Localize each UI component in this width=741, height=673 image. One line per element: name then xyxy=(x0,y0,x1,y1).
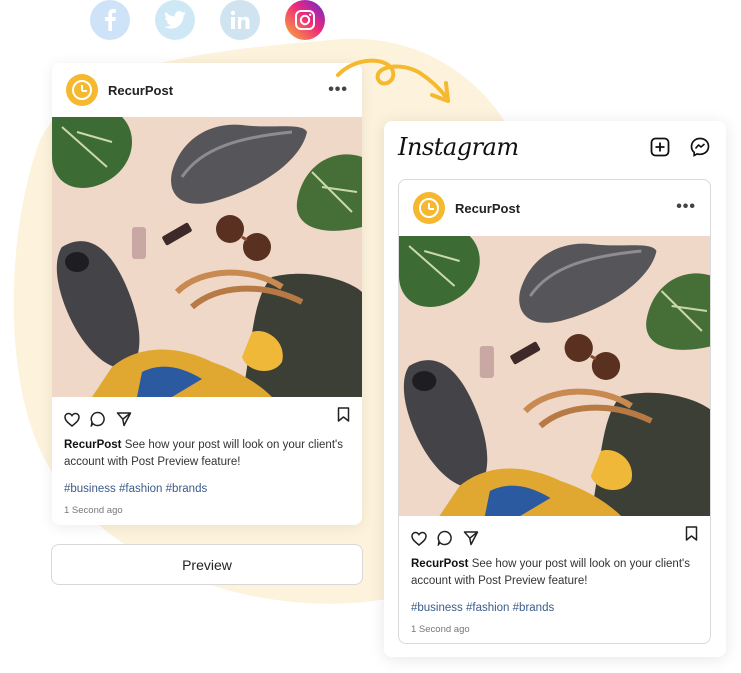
social-network-row xyxy=(90,0,325,40)
instagram-preview-frame: Instagram RecurPost ••• RecurPost See ho… xyxy=(384,121,726,657)
instagram-post-card: RecurPost ••• RecurPost See how your pos… xyxy=(398,179,711,644)
account-name: RecurPost xyxy=(455,200,521,216)
post-actions xyxy=(52,397,362,431)
clock-icon xyxy=(72,80,92,100)
caption-username: RecurPost xyxy=(64,439,122,451)
post-timestamp: 1 Second ago xyxy=(64,505,123,516)
preview-button[interactable]: Preview xyxy=(51,544,363,585)
instagram-logo: Instagram xyxy=(398,133,519,161)
post-actions xyxy=(399,516,710,550)
share-icon[interactable] xyxy=(463,530,479,546)
post-caption: RecurPost See how your post will look on… xyxy=(52,431,362,471)
post-image xyxy=(52,117,362,397)
twitter-icon[interactable] xyxy=(155,0,195,40)
curly-arrow-icon xyxy=(336,58,450,103)
bookmark-icon[interactable] xyxy=(685,526,698,541)
heart-icon[interactable] xyxy=(64,412,80,427)
linkedin-icon[interactable] xyxy=(220,0,260,40)
post-hashtags[interactable]: #business #fashion #brands xyxy=(52,471,362,495)
clock-icon xyxy=(419,198,439,218)
bookmark-icon[interactable] xyxy=(337,407,350,422)
avatar xyxy=(413,192,445,224)
comment-icon[interactable] xyxy=(437,530,453,546)
messenger-icon[interactable] xyxy=(690,137,710,157)
share-icon[interactable] xyxy=(116,411,132,427)
add-post-icon[interactable] xyxy=(650,137,670,157)
post-header: RecurPost ••• xyxy=(399,180,710,236)
post-header: RecurPost ••• xyxy=(52,63,362,117)
more-options-icon[interactable]: ••• xyxy=(676,198,696,216)
post-card: RecurPost ••• RecurPost See how your pos… xyxy=(52,63,362,525)
comment-icon[interactable] xyxy=(90,411,106,427)
post-caption: RecurPost See how your post will look on… xyxy=(399,550,710,590)
facebook-icon[interactable] xyxy=(90,0,130,40)
post-image xyxy=(399,236,710,516)
instagram-icon[interactable] xyxy=(285,0,325,40)
caption-username: RecurPost xyxy=(411,558,469,570)
instagram-topbar: Instagram xyxy=(384,121,726,177)
post-timestamp: 1 Second ago xyxy=(411,624,470,635)
account-name: RecurPost xyxy=(108,82,174,98)
avatar xyxy=(66,74,98,106)
post-hashtags[interactable]: #business #fashion #brands xyxy=(399,590,710,614)
heart-icon[interactable] xyxy=(411,531,427,546)
